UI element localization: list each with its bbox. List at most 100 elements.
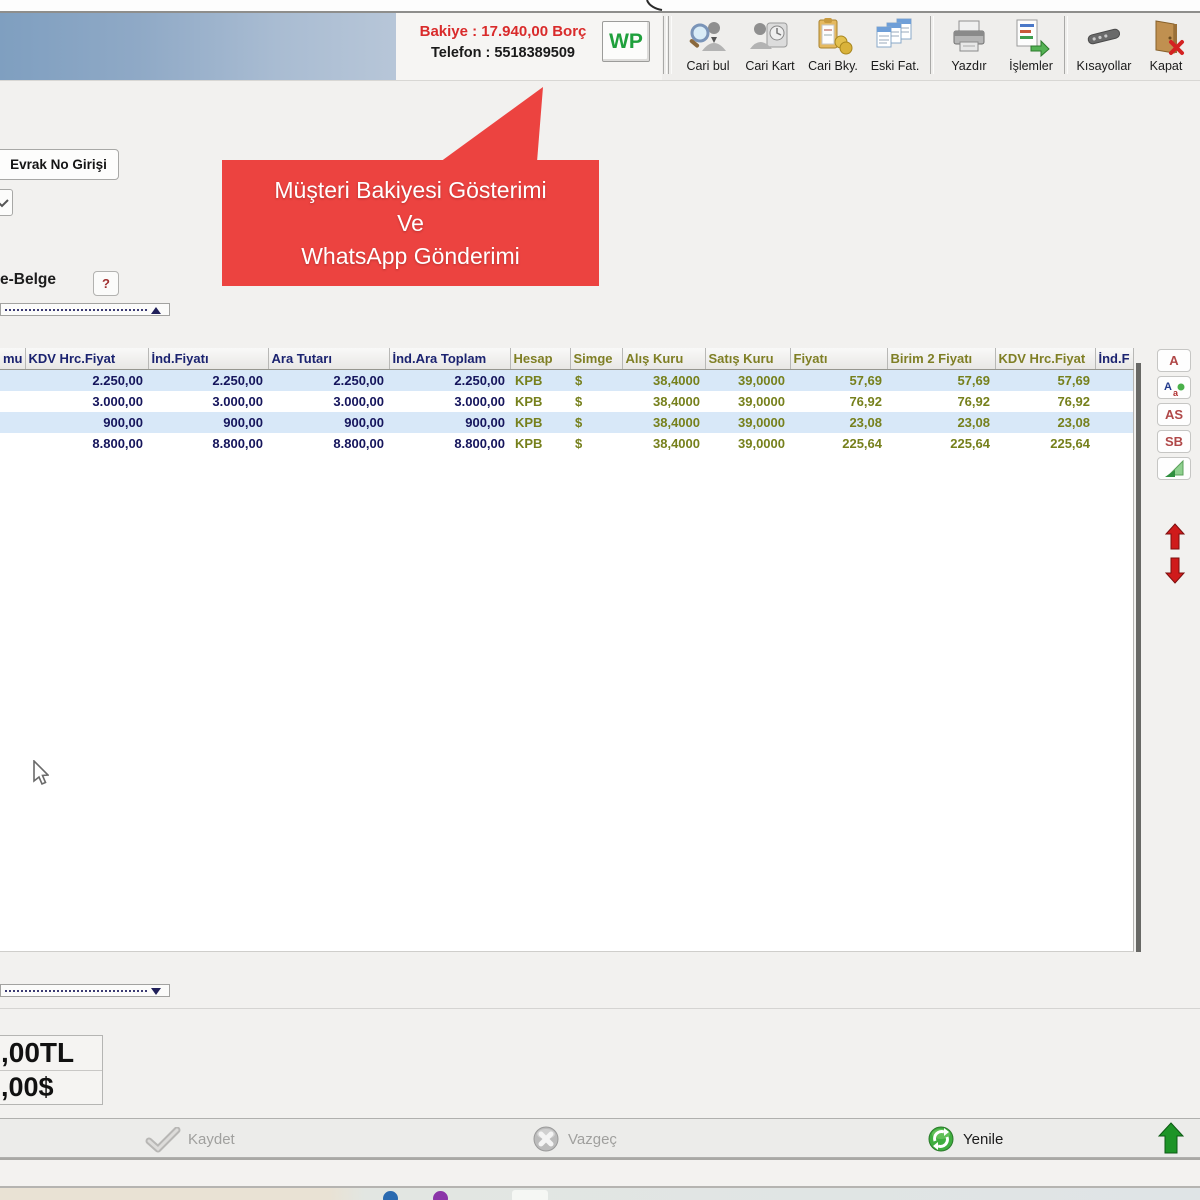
table-cell[interactable]: 23,08 — [790, 412, 887, 433]
table-cell[interactable]: 3.000,00 — [389, 391, 510, 412]
table-cell[interactable] — [0, 433, 25, 454]
toolbar-kapat[interactable]: Kapat — [1139, 15, 1193, 78]
table-cell[interactable] — [1095, 391, 1133, 412]
table-cell[interactable]: KPB — [510, 370, 570, 392]
column-header[interactable]: KDV Hrc.Fiyat — [25, 348, 148, 370]
table-cell[interactable]: 2.250,00 — [389, 370, 510, 392]
column-header[interactable]: Satış Kuru — [705, 348, 790, 370]
table-cell[interactable]: 57,69 — [995, 370, 1095, 392]
table-cell[interactable]: 8.800,00 — [148, 433, 268, 454]
table-cell[interactable]: 225,64 — [887, 433, 995, 454]
callout-line: Ve — [222, 207, 599, 240]
table-cell[interactable]: 39,0000 — [705, 412, 790, 433]
table-cell[interactable]: 2.250,00 — [148, 370, 268, 392]
combobox-dropdown-stub[interactable] — [0, 189, 13, 216]
table-cell[interactable]: 38,4000 — [622, 412, 705, 433]
side-button-chart[interactable] — [1157, 457, 1191, 480]
table-cell[interactable]: 38,4000 — [622, 391, 705, 412]
table-row[interactable]: 3.000,003.000,003.000,003.000,00KPB$38,4… — [0, 391, 1133, 412]
table-cell[interactable]: 2.250,00 — [25, 370, 148, 392]
table-cell[interactable]: 39,0000 — [705, 433, 790, 454]
toolbar-yazdir[interactable]: Yazdır — [940, 15, 998, 78]
column-header[interactable]: KDV Hrc.Fiyat — [995, 348, 1095, 370]
horizontal-splitter-bottom[interactable] — [0, 984, 170, 997]
save-button[interactable] — [143, 1127, 183, 1158]
scroll-top-button[interactable] — [1158, 1122, 1184, 1161]
toolbar-eski-fat[interactable]: Eski Fat. — [866, 15, 924, 78]
table-cell[interactable]: 3.000,00 — [268, 391, 389, 412]
printer-icon — [940, 15, 998, 57]
table-cell[interactable]: 8.800,00 — [389, 433, 510, 454]
table-cell[interactable]: 76,92 — [790, 391, 887, 412]
table-cell[interactable]: $ — [570, 391, 622, 412]
column-header[interactable]: Fiyatı — [790, 348, 887, 370]
table-cell[interactable]: 38,4000 — [622, 433, 705, 454]
table-row[interactable]: 8.800,008.800,008.800,008.800,00KPB$38,4… — [0, 433, 1133, 454]
table-cell[interactable] — [0, 391, 25, 412]
table-cell[interactable]: 8.800,00 — [268, 433, 389, 454]
column-header[interactable]: İnd.Ara Toplam — [389, 348, 510, 370]
table-cell[interactable]: KPB — [510, 433, 570, 454]
table-row[interactable]: 900,00900,00900,00900,00KPB$38,400039,00… — [0, 412, 1133, 433]
column-header[interactable]: Ara Tutarı — [268, 348, 389, 370]
column-header[interactable]: İnd.Fiyatı — [148, 348, 268, 370]
table-cell[interactable]: 8.800,00 — [25, 433, 148, 454]
side-button-as[interactable]: AS — [1157, 403, 1191, 426]
whatsapp-button[interactable]: WP — [602, 21, 650, 62]
table-cell[interactable]: 76,92 — [887, 391, 995, 412]
horizontal-splitter-top[interactable] — [0, 303, 170, 316]
toolbar-cari-bul[interactable]: Cari bul — [679, 15, 737, 78]
table-cell[interactable]: $ — [570, 370, 622, 392]
column-header[interactable]: Alış Kuru — [622, 348, 705, 370]
table-cell[interactable]: KPB — [510, 391, 570, 412]
move-up-button[interactable] — [1165, 523, 1185, 552]
table-cell[interactable]: 57,69 — [887, 370, 995, 392]
table-cell[interactable]: 900,00 — [268, 412, 389, 433]
help-button[interactable]: ? — [93, 271, 119, 296]
table-cell[interactable]: 39,0000 — [705, 370, 790, 392]
table-cell[interactable]: 23,08 — [995, 412, 1095, 433]
evrak-no-girisi-button[interactable]: Evrak No Girişi — [0, 149, 119, 180]
table-cell[interactable]: 2.250,00 — [268, 370, 389, 392]
table-cell[interactable]: 76,92 — [995, 391, 1095, 412]
move-down-button[interactable] — [1165, 556, 1185, 585]
side-button-a[interactable]: A — [1157, 349, 1191, 372]
table-cell[interactable]: $ — [570, 412, 622, 433]
toolbar-kisayollar[interactable]: Kısayollar — [1072, 15, 1136, 78]
toolbar-islemler[interactable]: İşlemler — [1002, 15, 1060, 78]
column-header[interactable]: Simge — [570, 348, 622, 370]
table-cell[interactable]: 3.000,00 — [148, 391, 268, 412]
refresh-button[interactable] — [928, 1126, 954, 1157]
table-cell[interactable] — [1095, 433, 1133, 454]
table-cell[interactable]: 900,00 — [389, 412, 510, 433]
table-cell[interactable]: 225,64 — [995, 433, 1095, 454]
column-header[interactable]: Hesap — [510, 348, 570, 370]
side-button-sb[interactable]: SB — [1157, 430, 1191, 453]
table-cell[interactable]: 39,0000 — [705, 391, 790, 412]
table-cell[interactable]: 225,64 — [790, 433, 887, 454]
table-cell[interactable]: 23,08 — [887, 412, 995, 433]
column-header[interactable]: İnd.F — [1095, 348, 1133, 370]
table-cell[interactable]: KPB — [510, 412, 570, 433]
save-button-label[interactable]: Kaydet — [188, 1131, 235, 1148]
table-cell[interactable]: 900,00 — [25, 412, 148, 433]
table-cell[interactable]: 38,4000 — [622, 370, 705, 392]
table-cell[interactable] — [0, 412, 25, 433]
table-cell[interactable] — [1095, 370, 1133, 392]
table-cell[interactable]: 57,69 — [790, 370, 887, 392]
cancel-button-label[interactable]: Vazgeç — [568, 1131, 617, 1148]
column-header[interactable]: Birim 2 Fiyatı — [887, 348, 995, 370]
refresh-button-label[interactable]: Yenile — [963, 1131, 1003, 1148]
table-cell[interactable] — [0, 370, 25, 392]
side-button-font-case[interactable]: A a — [1157, 376, 1191, 399]
table-cell[interactable]: 900,00 — [148, 412, 268, 433]
table-row[interactable]: 2.250,002.250,002.250,002.250,00KPB$38,4… — [0, 370, 1133, 392]
table-cell[interactable] — [1095, 412, 1133, 433]
toolbar-cari-kart[interactable]: Cari Kart — [741, 15, 799, 78]
column-header[interactable]: mu — [0, 348, 25, 370]
cancel-button[interactable] — [533, 1126, 559, 1157]
table-cell[interactable]: 3.000,00 — [25, 391, 148, 412]
table-cell[interactable]: $ — [570, 433, 622, 454]
toolbar-cari-bky[interactable]: Cari Bky. — [804, 15, 862, 78]
vertical-scrollbar[interactable] — [1136, 363, 1141, 952]
